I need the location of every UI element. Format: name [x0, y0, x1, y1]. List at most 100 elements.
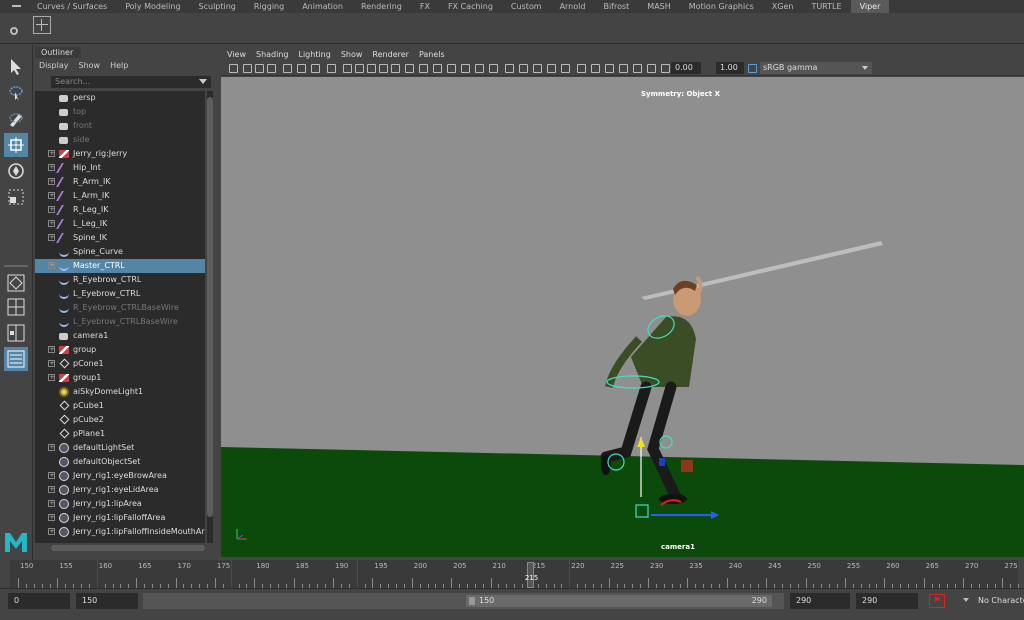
color-management-icon[interactable]: [748, 64, 757, 73]
panel-toolbar-button-icon[interactable]: [327, 64, 336, 73]
gamma-field[interactable]: 1.00: [716, 62, 744, 74]
outliner-item[interactable]: + Jerry_rig1:eyeLidArea: [35, 483, 205, 497]
expand-plus-icon[interactable]: +: [48, 346, 55, 353]
paint-select-tool-icon[interactable]: [4, 107, 28, 131]
panel-toolbar-button-icon[interactable]: [519, 64, 528, 73]
rotate-tool-icon[interactable]: [4, 159, 28, 183]
two-pane-layout-icon[interactable]: [4, 321, 28, 345]
outliner-item[interactable]: persp: [35, 91, 205, 105]
auto-key-icon[interactable]: ⚑: [929, 594, 945, 608]
panel-toolbar-button-icon[interactable]: [391, 64, 400, 73]
expand-plus-icon[interactable]: +: [48, 164, 55, 171]
shelf-tab-motion-graphics[interactable]: Motion Graphics: [680, 0, 763, 13]
outliner-item[interactable]: + L_Arm_IK: [35, 189, 205, 203]
shelf-tab-bifrost[interactable]: Bifrost: [594, 0, 638, 13]
panel-toolbar-button-icon[interactable]: [243, 64, 252, 73]
shelf-tab-sculpting[interactable]: Sculpting: [190, 0, 245, 13]
panel-toolbar-button-icon[interactable]: [591, 64, 600, 73]
expand-plus-icon[interactable]: +: [48, 206, 55, 213]
expand-plus-icon[interactable]: +: [48, 486, 55, 493]
outliner-menu-display[interactable]: Display: [39, 59, 69, 73]
panel-menu-renderer[interactable]: Renderer: [372, 48, 409, 61]
outliner-item[interactable]: + pCone1: [35, 357, 205, 371]
panel-toolbar-button-icon[interactable]: [505, 64, 514, 73]
expand-plus-icon[interactable]: +: [48, 528, 55, 535]
animation-start-field[interactable]: 150: [76, 593, 138, 609]
shelf-tab-turtle[interactable]: TURTLE: [802, 0, 850, 13]
shelf-tab-arnold[interactable]: Arnold: [551, 0, 595, 13]
outliner-item[interactable]: + defaultLightSet: [35, 441, 205, 455]
expand-plus-icon[interactable]: +: [48, 150, 55, 157]
four-pane-layout-icon[interactable]: [4, 295, 28, 319]
panel-menu-show[interactable]: Show: [341, 48, 363, 61]
panel-toolbar-button-icon[interactable]: [255, 64, 264, 73]
timeline-track[interactable]: 150 155 160 165 170 175 180 185 190 195 200 205 210 2…: [10, 560, 1020, 588]
shelf-tab-animation[interactable]: Animation: [293, 0, 352, 13]
outliner-item[interactable]: + Spine_IK: [35, 231, 205, 245]
outliner-item[interactable]: + Jerry_rig1:lipArea: [35, 497, 205, 511]
outliner-search-input[interactable]: Search...: [51, 76, 211, 88]
keyframe-marker[interactable]: [230, 560, 232, 588]
outliner-item[interactable]: R_Eyebrow_CTRL: [35, 273, 205, 287]
panel-toolbar-button-icon[interactable]: [475, 64, 484, 73]
panel-toolbar-button-icon[interactable]: [311, 64, 320, 73]
select-tool-arrow-icon[interactable]: [4, 55, 28, 79]
outliner-item[interactable]: + R_Arm_IK: [35, 175, 205, 189]
panel-toolbar-button-icon[interactable]: [355, 64, 364, 73]
panel-toolbar-button-icon[interactable]: [461, 64, 470, 73]
shelf-tab-viper[interactable]: Viper: [850, 0, 890, 13]
panel-toolbar-button-icon[interactable]: [367, 64, 376, 73]
character-dropdown-arrow-icon[interactable]: [963, 598, 969, 602]
animation-end-field[interactable]: 290: [790, 593, 850, 609]
keyframe-marker[interactable]: [96, 560, 98, 588]
panel-toolbar-button-icon[interactable]: [633, 64, 642, 73]
panel-toolbar-button-icon[interactable]: [661, 64, 670, 73]
outliner-item[interactable]: top: [35, 105, 205, 119]
scale-tool-icon[interactable]: [4, 185, 28, 209]
outliner-tab[interactable]: Outliner: [35, 47, 81, 58]
expand-plus-icon[interactable]: +: [48, 192, 55, 199]
character-set-dropdown[interactable]: No Characte: [978, 593, 1024, 609]
panel-toolbar-button-icon[interactable]: [647, 64, 656, 73]
panel-toolbar-button-icon[interactable]: [229, 64, 238, 73]
panel-toolbar-button-icon[interactable]: [605, 64, 614, 73]
outliner-item[interactable]: + Jerry_rig1:lipFalloffArea: [35, 511, 205, 525]
menu-dash-icon[interactable]: [12, 5, 21, 7]
keyframe-marker[interactable]: [356, 560, 358, 588]
panel-toolbar-button-icon[interactable]: [577, 64, 586, 73]
panel-toolbar-button-icon[interactable]: [547, 64, 556, 73]
outliner-item[interactable]: + Master_CTRL: [35, 259, 205, 273]
shelf-tab-curves-surfaces[interactable]: Curves / Surfaces: [28, 0, 116, 13]
expand-plus-icon[interactable]: +: [48, 234, 55, 241]
shelf-tab-custom[interactable]: Custom: [502, 0, 551, 13]
outliner-menu-help[interactable]: Help: [110, 59, 128, 73]
outliner-item[interactable]: + group: [35, 343, 205, 357]
outliner-item[interactable]: + L_Leg_IK: [35, 217, 205, 231]
range-start-cap[interactable]: [469, 597, 475, 605]
outliner-item[interactable]: + Jerry_rig1:lipFalloffInsideMouthArea: [35, 525, 205, 539]
expand-plus-icon[interactable]: +: [48, 374, 55, 381]
panel-toolbar-button-icon[interactable]: [297, 64, 306, 73]
outliner-item[interactable]: + Hip_Int: [35, 161, 205, 175]
expand-plus-icon[interactable]: +: [48, 220, 55, 227]
outliner-item[interactable]: defaultObjectSet: [35, 455, 205, 469]
viper-shelf-icon[interactable]: [33, 16, 51, 34]
shelf-tab-fx-caching[interactable]: FX Caching: [439, 0, 502, 13]
outliner-item[interactable]: camera1: [35, 329, 205, 343]
panel-toolbar-button-icon[interactable]: [619, 64, 628, 73]
shelf-tab-fx[interactable]: FX: [411, 0, 439, 13]
panel-menu-shading[interactable]: Shading: [256, 48, 289, 61]
expand-plus-icon[interactable]: +: [48, 500, 55, 507]
outliner-horizontal-scrollbar[interactable]: [51, 545, 205, 551]
panel-toolbar-button-icon[interactable]: [489, 64, 498, 73]
expand-plus-icon[interactable]: +: [48, 514, 55, 521]
shelf-tab-xgen[interactable]: XGen: [763, 0, 803, 13]
search-dropdown-arrow-icon[interactable]: [199, 79, 207, 84]
outliner-item[interactable]: + Jerry_rig1:eyeBrowArea: [35, 469, 205, 483]
outliner-item[interactable]: side: [35, 133, 205, 147]
outliner-vertical-scrollbar[interactable]: [207, 91, 213, 543]
scrollbar-thumb[interactable]: [207, 97, 213, 517]
outliner-item[interactable]: + group1: [35, 371, 205, 385]
keyframe-marker[interactable]: [569, 560, 571, 588]
panel-toolbar-button-icon[interactable]: [433, 64, 442, 73]
